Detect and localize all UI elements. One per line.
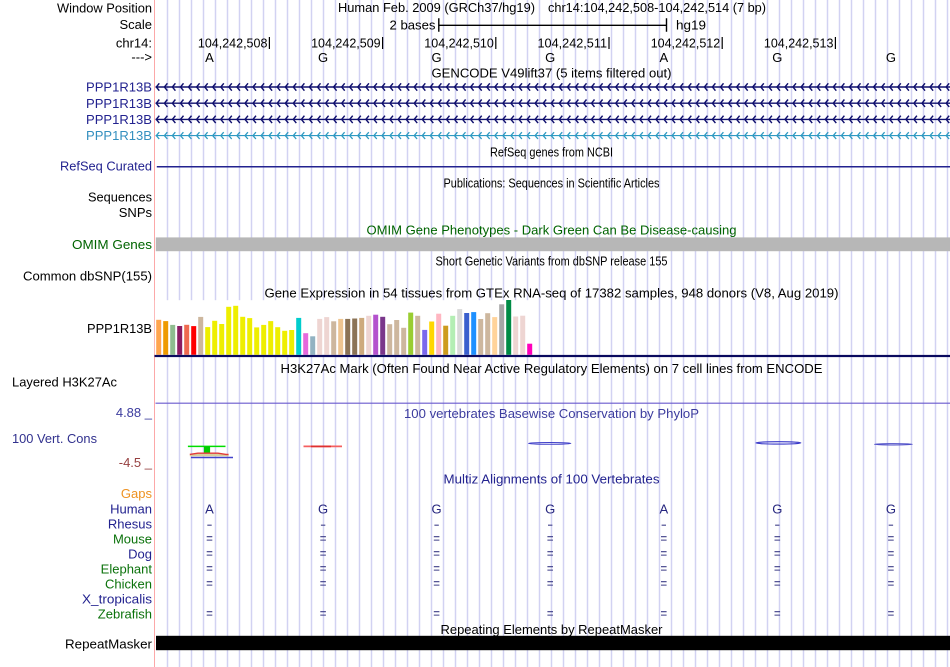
- svg-text:RepeatMasker: RepeatMasker: [65, 637, 153, 652]
- svg-text:H3K27Ac Mark (Often Found Near: H3K27Ac Mark (Often Found Near Active Re…: [281, 361, 823, 376]
- svg-text:Dog: Dog: [128, 547, 152, 562]
- svg-text:PPP1R13B: PPP1R13B: [86, 96, 152, 111]
- svg-text:Gene Expression in 54 tissues: Gene Expression in 54 tissues from GTEx …: [265, 286, 839, 301]
- svg-text:chr14:: chr14:: [116, 36, 152, 51]
- svg-text:-4.5 _: -4.5 _: [119, 455, 153, 470]
- svg-text:G: G: [318, 50, 328, 65]
- svg-text:PPP1R13B: PPP1R13B: [86, 112, 152, 127]
- svg-text:G: G: [432, 50, 442, 65]
- svg-text:PPP1R13B: PPP1R13B: [86, 128, 152, 143]
- svg-text:Publications: Sequences in Sci: Publications: Sequences in Scientific Ar…: [444, 176, 660, 191]
- svg-text:Zebrafish: Zebrafish: [98, 607, 152, 622]
- svg-text:Scale: Scale: [119, 17, 152, 32]
- svg-text:X_tropicalis: X_tropicalis: [82, 592, 153, 607]
- svg-text:G: G: [772, 50, 782, 65]
- svg-text:OMIM Genes: OMIM Genes: [72, 237, 153, 252]
- svg-text:--->: --->: [131, 50, 152, 65]
- svg-text:G: G: [886, 502, 896, 517]
- svg-text:104,242,511: 104,242,511: [538, 37, 608, 51]
- svg-text:G: G: [318, 502, 328, 517]
- svg-text:A: A: [205, 502, 214, 517]
- svg-text:OMIM Gene Phenotypes - Dark Gr: OMIM Gene Phenotypes - Dark Green Can Be…: [367, 223, 737, 238]
- svg-text:Window Position: Window Position: [57, 1, 152, 16]
- svg-text:Chicken: Chicken: [105, 577, 152, 592]
- svg-text:Mouse: Mouse: [113, 532, 152, 547]
- svg-text:100 vertebrates Basewise Conse: 100 vertebrates Basewise Conservation by…: [404, 406, 699, 421]
- svg-text:104,242,512: 104,242,512: [651, 37, 721, 51]
- svg-text:Common dbSNP(155): Common dbSNP(155): [23, 269, 152, 284]
- svg-text:104,242,509: 104,242,509: [311, 37, 381, 51]
- svg-text:A: A: [659, 50, 668, 65]
- svg-text:PPP1R13B: PPP1R13B: [87, 321, 152, 336]
- svg-text:GENCODE V49lift37 (5 items fil: GENCODE V49lift37 (5 items filtered out): [432, 66, 672, 81]
- svg-text:Human Feb. 2009 (GRCh37/hg19): Human Feb. 2009 (GRCh37/hg19): [338, 0, 535, 15]
- svg-text:A: A: [205, 50, 214, 65]
- svg-text:Layered H3K27Ac: Layered H3K27Ac: [12, 375, 117, 390]
- svg-text:G: G: [432, 502, 442, 517]
- svg-text:Elephant: Elephant: [101, 562, 153, 577]
- svg-text:RefSeq genes from NCBI: RefSeq genes from NCBI: [490, 145, 613, 160]
- svg-text:PPP1R13B: PPP1R13B: [86, 80, 152, 95]
- svg-text:Short Genetic Variants from db: Short Genetic Variants from dbSNP releas…: [436, 254, 668, 269]
- svg-text:Rhesus: Rhesus: [108, 517, 153, 532]
- svg-text:104,242,513: 104,242,513: [764, 37, 834, 51]
- svg-text:4.88 _: 4.88 _: [116, 405, 153, 420]
- svg-text:hg19: hg19: [676, 18, 706, 33]
- svg-text:SNPs: SNPs: [119, 205, 153, 220]
- svg-text:G: G: [545, 502, 555, 517]
- svg-text:G: G: [886, 50, 896, 65]
- svg-text:104,242,508: 104,242,508: [198, 37, 268, 51]
- svg-text:RefSeq Curated: RefSeq Curated: [60, 159, 152, 174]
- svg-text:Sequences: Sequences: [88, 190, 152, 205]
- svg-text:100 Vert. Cons: 100 Vert. Cons: [12, 431, 97, 446]
- svg-text:Gaps: Gaps: [121, 486, 153, 501]
- svg-text:chr14:104,242,508-104,242,514: chr14:104,242,508-104,242,514 (7 bp): [548, 0, 766, 15]
- svg-text:A: A: [659, 502, 668, 517]
- svg-text:Multiz Alignments of 100 Verte: Multiz Alignments of 100 Vertebrates: [444, 471, 660, 486]
- svg-text:G: G: [772, 502, 782, 517]
- svg-text:Repeating Elements by RepeatMa: Repeating Elements by RepeatMasker: [441, 622, 664, 637]
- svg-text:G: G: [545, 50, 555, 65]
- svg-text:2 bases: 2 bases: [390, 18, 436, 33]
- svg-text:Human: Human: [110, 502, 152, 517]
- svg-text:104,242,510: 104,242,510: [424, 37, 494, 51]
